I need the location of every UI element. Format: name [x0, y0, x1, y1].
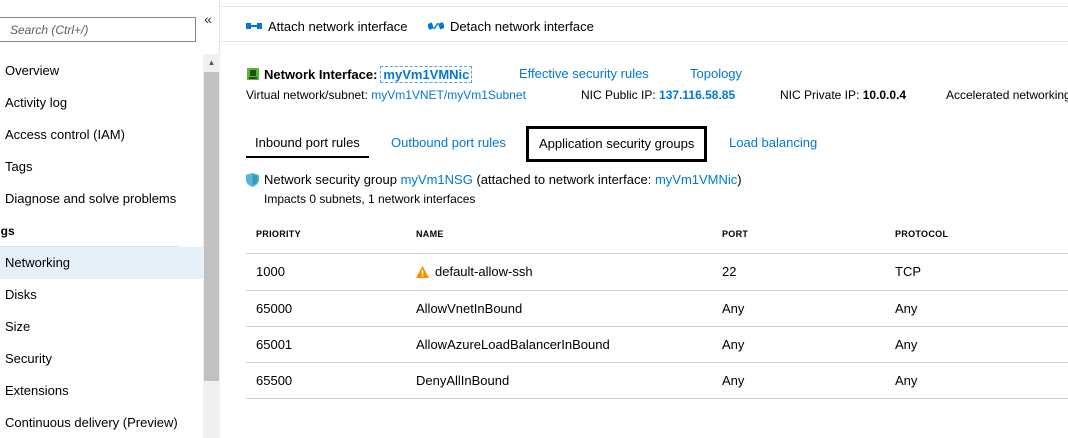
- sidebar-item-tags[interactable]: Tags: [0, 151, 203, 183]
- sidebar-item-size[interactable]: Size: [0, 311, 203, 343]
- nsg-name-link[interactable]: myVm1NSG: [401, 172, 473, 187]
- nsg-info: Network security group myVm1NSG (attache…: [246, 172, 742, 187]
- port-cell: Any: [722, 362, 895, 399]
- effective-security-rules-link[interactable]: Effective security rules: [519, 66, 649, 81]
- sidebar-item-extensions[interactable]: Extensions: [0, 375, 203, 407]
- topology-link[interactable]: Topology: [690, 66, 742, 81]
- private-ip-label: NIC Private IP:: [780, 88, 860, 102]
- private-ip-value: 10.0.0.4: [862, 88, 907, 102]
- tab-application-security-groups[interactable]: Application security groups: [526, 126, 708, 162]
- attach-network-icon: [246, 23, 262, 29]
- public-ip-label: NIC Public IP:: [581, 88, 656, 102]
- priority-cell: 65000: [246, 290, 416, 327]
- port-cell: Any: [722, 326, 895, 363]
- column-header-protocol[interactable]: PROTOCOL: [895, 216, 1068, 254]
- nic-private-ip: NIC Private IP: 10.0.0.4: [780, 88, 906, 102]
- nsg-attached-nic-link[interactable]: myVm1VMNic: [655, 172, 737, 187]
- detach-network-icon: [428, 22, 444, 30]
- priority-cell: 1000: [246, 253, 416, 291]
- sidebar-item-access-control[interactable]: Access control (IAM): [0, 119, 203, 151]
- protocol-cell: Any: [895, 326, 1068, 363]
- nsg-attached-suffix: ): [737, 172, 742, 187]
- nic-header: Network Interface: myVm1VMNic: [246, 64, 473, 84]
- accelerated-networking: Accelerated networking: [946, 88, 1068, 102]
- priority-cell: 65500: [246, 362, 416, 399]
- scrollbar-thumb[interactable]: [204, 72, 219, 381]
- public-ip-value[interactable]: 137.116.58.85: [659, 88, 735, 102]
- sidebar-item-activity-log[interactable]: Activity log: [0, 87, 203, 119]
- sidebar-section-settings: ings: [0, 215, 180, 247]
- toolbar: Attach network interface Detach network …: [221, 12, 1068, 42]
- nsg-impacts: Impacts 0 subnets, 1 network interfaces: [264, 192, 476, 206]
- name-cell: DenyAllInBound: [416, 362, 722, 399]
- port-cell: Any: [722, 290, 895, 327]
- collapse-sidebar-icon[interactable]: «: [201, 11, 215, 27]
- priority-cell: 65001: [246, 326, 416, 363]
- table-row[interactable]: 65500 DenyAllInBound Any Any: [246, 362, 1068, 399]
- vnet-info: Virtual network/subnet: myVm1VNET/myVm1S…: [246, 88, 526, 102]
- name-cell: AllowVnetInBound: [416, 290, 722, 327]
- detach-network-interface-button[interactable]: Detach network interface: [428, 16, 594, 36]
- column-header-priority[interactable]: PRIORITY: [246, 216, 416, 254]
- name-cell: default-allow-ssh: [416, 253, 722, 291]
- column-header-port[interactable]: PORT: [722, 216, 895, 254]
- warning-icon: [416, 265, 429, 278]
- nic-name-link[interactable]: myVm1VMNic: [380, 65, 473, 83]
- tab-outbound-port-rules[interactable]: Outbound port rules: [391, 127, 506, 158]
- inbound-rules-table: PRIORITY NAME PORT PROTOCOL 1000 default…: [246, 216, 1068, 399]
- protocol-cell: Any: [895, 290, 1068, 327]
- nsg-prefix: Network security group: [264, 172, 397, 187]
- main-content: Attach network interface Detach network …: [221, 0, 1068, 438]
- vnet-label: Virtual network/subnet:: [246, 88, 368, 102]
- sidebar-nav: Overview Activity log Access control (IA…: [0, 55, 203, 438]
- table-row[interactable]: 65001 AllowAzureLoadBalancerInBound Any …: [246, 326, 1068, 363]
- rules-tabs: Inbound port rules Outbound port rules A…: [246, 126, 1068, 162]
- detach-label: Detach network interface: [450, 18, 594, 34]
- column-header-name[interactable]: NAME: [416, 216, 722, 254]
- scroll-up-icon[interactable]: ▲: [203, 54, 220, 71]
- attach-label: Attach network interface: [268, 18, 408, 34]
- sidebar-item-overview[interactable]: Overview: [0, 55, 203, 87]
- search-input[interactable]: [0, 17, 196, 42]
- sidebar-item-continuous-delivery[interactable]: Continuous delivery (Preview): [0, 407, 203, 438]
- port-cell: 22: [722, 253, 895, 291]
- nic-label: Network Interface:: [264, 66, 378, 82]
- sidebar-scrollbar[interactable]: ▲: [203, 54, 220, 438]
- sidebar-item-networking[interactable]: Networking: [0, 247, 203, 279]
- nsg-attached-prefix: (attached to network interface:: [476, 172, 652, 187]
- table-row[interactable]: 1000 default-allow-ssh 22 TCP: [246, 253, 1068, 291]
- sidebar-item-disks[interactable]: Disks: [0, 279, 203, 311]
- rule-name: default-allow-ssh: [435, 264, 533, 279]
- tab-load-balancing[interactable]: Load balancing: [729, 127, 817, 158]
- attach-network-interface-button[interactable]: Attach network interface: [246, 16, 407, 36]
- sidebar-section-label: ings: [0, 224, 15, 238]
- vnet-subnet-link[interactable]: myVm1VNET/myVm1Subnet: [371, 88, 526, 102]
- tab-inbound-port-rules[interactable]: Inbound port rules: [246, 127, 369, 158]
- sidebar-item-diagnose[interactable]: Diagnose and solve problems: [0, 183, 203, 215]
- network-interface-icon: [247, 68, 259, 80]
- sidebar: « Overview Activity log Access control (…: [0, 0, 220, 438]
- shield-icon: [246, 172, 259, 187]
- nic-public-ip: NIC Public IP: 137.116.58.85: [581, 88, 735, 102]
- top-divider: [221, 6, 1068, 7]
- protocol-cell: Any: [895, 362, 1068, 399]
- sidebar-item-security[interactable]: Security: [0, 343, 203, 375]
- name-cell: AllowAzureLoadBalancerInBound: [416, 326, 722, 363]
- table-row[interactable]: 65000 AllowVnetInBound Any Any: [246, 290, 1068, 327]
- protocol-cell: TCP: [895, 253, 1068, 291]
- table-header-row: PRIORITY NAME PORT PROTOCOL: [246, 216, 1068, 254]
